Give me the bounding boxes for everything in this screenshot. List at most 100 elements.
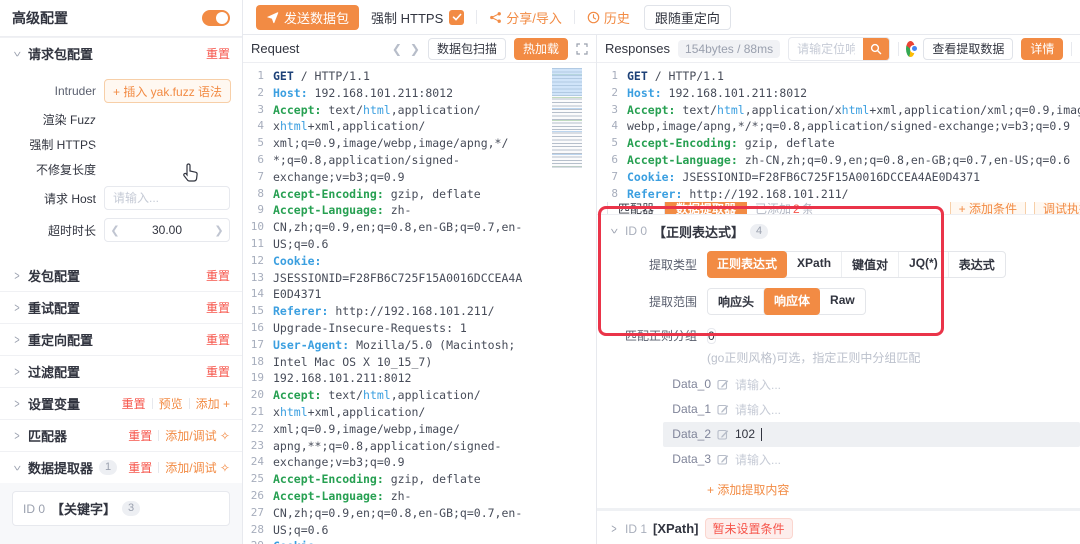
top-toolbar: 发送数据包 强制 HTTPS 分享/导入 历史 跟随重定向 xyxy=(243,0,1080,34)
request-config-reset-button[interactable]: 重置 xyxy=(206,45,230,62)
share-import-link[interactable]: 分享/导入 xyxy=(489,8,562,27)
line-content: Accept-Language: zh- xyxy=(273,488,412,503)
section-action-accent[interactable]: 添加/调试 ✧ xyxy=(165,427,230,444)
render-fuzz-label: 渲染 Fuzz xyxy=(42,113,96,127)
sidebar-section-4[interactable]: > 设置变量 重置 预览 添加 + xyxy=(0,387,242,419)
request-code-editor[interactable]: 1 GET / HTTP/1.1 2 Host: 192.168.101.211:80… xyxy=(243,63,596,544)
editor-minimap[interactable] xyxy=(552,68,582,168)
section-action-danger[interactable]: 重置 xyxy=(128,427,152,444)
divider xyxy=(158,462,160,473)
detail-button[interactable]: 详情 xyxy=(1021,37,1064,60)
edit-icon[interactable] xyxy=(717,378,729,390)
line-content: Accept-Language: zh-CN,zh;q=0.9,en;q=0.8… xyxy=(627,152,1071,167)
extractor-list-area: ID 0 【关键字】 3 已经到底啦~ xyxy=(0,483,242,544)
sidebar-section-2[interactable]: > 重定向配置 重置 xyxy=(0,323,242,355)
edit-icon[interactable] xyxy=(717,453,729,465)
section-action-accent[interactable]: 预览 xyxy=(159,395,183,412)
extract-scope-option-0[interactable]: 响应头 xyxy=(708,289,764,314)
line-content: xhtml+xml,application/ xyxy=(273,119,426,134)
timeout-stepper[interactable]: ❮ 30.00 ❯ xyxy=(104,218,230,242)
line-number: 2 xyxy=(611,85,618,99)
force-https-checkbox[interactable] xyxy=(449,9,465,25)
section-action-danger[interactable]: 重置 xyxy=(206,363,230,380)
data-row-2[interactable]: Data_2 102 xyxy=(663,421,1080,447)
stepper-decrease-icon[interactable]: ❮ xyxy=(105,224,125,237)
tab-extractor[interactable]: 数据提取器 xyxy=(665,202,748,214)
section-action-danger[interactable]: 重置 xyxy=(206,299,230,316)
section-action-accent[interactable]: 添加/调试 ✧ xyxy=(165,459,230,476)
sidebar-section-6[interactable]: > 数据提取器 1 重置 添加/调试 ✧ xyxy=(0,451,242,483)
section-action-danger[interactable]: 重置 xyxy=(206,267,230,284)
code-line: 23 apng,**;q=0.8,application/signed- xyxy=(243,438,596,455)
data-row-input[interactable]: 请输入... xyxy=(735,451,781,468)
tab-matcher[interactable]: 匹配器 xyxy=(607,202,666,214)
line-number: 21 xyxy=(250,404,264,418)
line-content: GET / HTTP/1.1 xyxy=(627,69,724,83)
extractor-1-header[interactable]: > ID 1 [XPath] 暂未设置条件 xyxy=(597,511,1080,544)
line-number: 16 xyxy=(250,320,264,334)
send-packet-button[interactable]: 发送数据包 xyxy=(256,4,360,30)
advanced-config-toggle[interactable] xyxy=(202,10,230,26)
view-extracted-data-button[interactable]: 查看提取数据 xyxy=(923,37,1014,60)
hot-reload-button[interactable]: 热加载 xyxy=(513,37,568,60)
search-button[interactable] xyxy=(862,37,889,60)
section-actions: 重置 添加/调试 ✧ xyxy=(128,459,230,476)
insert-yakfuzz-button[interactable]: + 插入 yak.fuzz 语法 xyxy=(104,79,232,103)
data-row-input[interactable]: 102 xyxy=(735,427,755,441)
stepper-increase-icon[interactable]: ❯ xyxy=(209,224,229,237)
request-host-label: 请求 Host xyxy=(43,191,96,206)
sidebar-section-request-config[interactable]: > 请求包配置 重置 xyxy=(0,37,242,69)
data-row-0[interactable]: Data_0 请输入... xyxy=(663,372,1080,397)
extract-scope-option-1[interactable]: 响应体 xyxy=(763,287,821,315)
line-number: 6 xyxy=(611,152,618,166)
extract-type-option-2[interactable]: 键值对 xyxy=(841,251,898,277)
section-action-danger[interactable]: 重置 xyxy=(206,331,230,348)
section-action-danger[interactable]: 重置 xyxy=(128,459,152,476)
code-line: 27 CN,zh;q=0.9,en;q=0.8,en-GB;q=0.7,en- xyxy=(243,505,596,522)
response-search-input[interactable] xyxy=(789,41,863,56)
section-action-danger[interactable]: 重置 xyxy=(122,395,146,412)
edit-icon[interactable] xyxy=(717,428,729,440)
data-row-3[interactable]: Data_3 请输入... xyxy=(663,447,1080,472)
sidebar-section-0[interactable]: > 发包配置 重置 xyxy=(0,260,242,291)
debug-execute-button[interactable]: 调试执行 xyxy=(1033,202,1080,214)
sidebar-section-3[interactable]: > 过滤配置 重置 xyxy=(0,355,242,387)
data-row-input[interactable]: 请输入... xyxy=(735,401,781,418)
response-code-editor[interactable]: 1 GET / HTTP/1.1 2 Host: 192.168.101.211:80… xyxy=(597,63,1080,202)
regex-group-input[interactable]: 0 xyxy=(707,327,716,344)
divider xyxy=(476,10,478,24)
line-content: US;q=0.6 xyxy=(273,522,329,537)
line-content: exchange;v=b3;q=0.9 xyxy=(273,455,405,470)
line-number: 29 xyxy=(243,538,273,544)
extractor-card[interactable]: ID 0 【关键字】 3 xyxy=(12,491,230,526)
request-host-input[interactable] xyxy=(104,186,230,210)
extractor-card-badge: 3 xyxy=(122,501,141,516)
sidebar-section-5[interactable]: > 匹配器 重置 添加/调试 ✧ xyxy=(0,419,242,451)
follow-redirect-button[interactable]: 跟随重定向 xyxy=(643,4,731,30)
sidebar-sections: > 发包配置 重置 > 重试配置 重置 > 重定向配置 重置 > 过滤配置 重置 > 设置变量 重置 预览 添加… xyxy=(0,260,242,483)
edit-icon[interactable] xyxy=(717,403,729,415)
section-label: 设置变量 xyxy=(28,397,81,412)
extract-type-option-1[interactable]: XPath xyxy=(786,251,841,277)
add-condition-button[interactable]: + 添加条件 xyxy=(949,202,1026,214)
line-number: 4 xyxy=(611,119,618,133)
data-row-1[interactable]: Data_1 请输入... xyxy=(663,397,1080,422)
next-icon[interactable]: ❯ xyxy=(410,42,420,56)
sidebar-section-1[interactable]: > 重试配置 重置 xyxy=(0,291,242,323)
section-action-accent[interactable]: 添加 + xyxy=(196,395,230,412)
prev-icon[interactable]: ❮ xyxy=(392,42,402,56)
add-extract-content-link[interactable]: + 添加提取内容 xyxy=(707,481,1080,498)
response-code: 1 GET / HTTP/1.1 2 Host: 192.168.101.211:80… xyxy=(597,68,1080,202)
line-content: Cookie: xyxy=(273,538,321,544)
fullscreen-icon[interactable] xyxy=(576,42,588,55)
extract-type-option-0[interactable]: 正则表达式 xyxy=(707,250,788,278)
extractor-0-header[interactable]: > ID 0 【正则表达式】 4 xyxy=(597,215,1080,246)
extract-scope-option-2[interactable]: Raw xyxy=(819,288,865,314)
history-link[interactable]: 历史 xyxy=(587,8,630,27)
extract-type-option-3[interactable]: JQ(*) xyxy=(898,251,948,277)
extract-scope-options: 响应头 响应体 Raw xyxy=(707,287,866,315)
data-row-input[interactable]: 请输入... xyxy=(735,376,781,393)
open-in-chrome-button[interactable] xyxy=(906,40,919,57)
packet-scan-button[interactable]: 数据包扫描 xyxy=(427,37,506,60)
extract-type-option-4[interactable]: 表达式 xyxy=(947,251,1005,277)
